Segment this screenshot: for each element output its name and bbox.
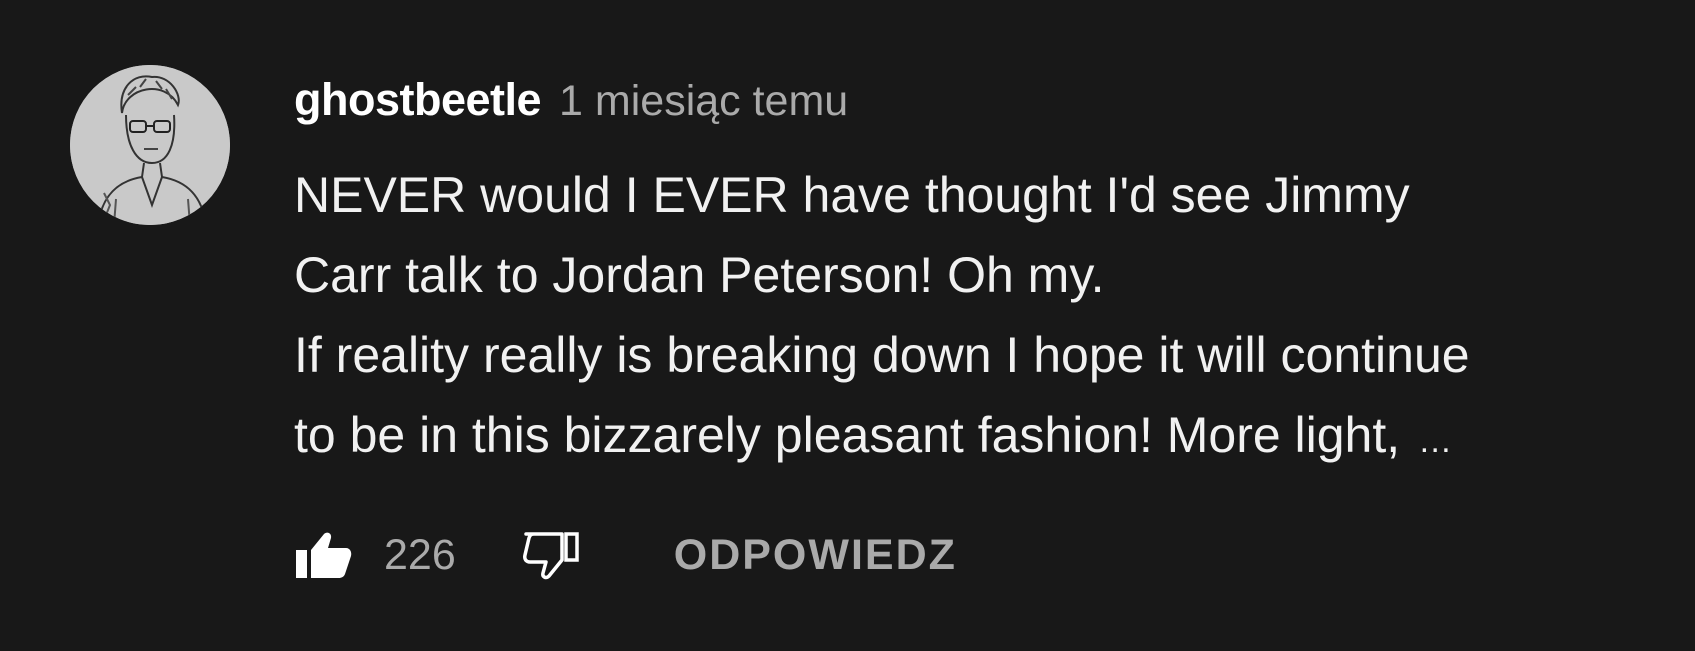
thumbs-down-icon — [522, 532, 579, 580]
comment-text: NEVER would I EVER have thought I'd see … — [294, 155, 1674, 475]
like-button[interactable] — [294, 525, 358, 585]
dislike-button[interactable] — [522, 525, 586, 585]
comment-line: NEVER would I EVER have thought I'd see … — [294, 167, 1410, 223]
reply-button[interactable]: ODPOWIEDZ — [674, 531, 957, 580]
comment-line: Carr talk to Jordan Peterson! Oh my. — [294, 247, 1105, 303]
avatar-sketch-image — [70, 65, 230, 225]
comment-line-text: to be in this bizzarely pleasant fashion… — [294, 407, 1401, 463]
truncation-ellipsis: … — [1418, 422, 1453, 460]
author-name[interactable]: ghostbeetle — [294, 74, 542, 126]
like-count: 226 — [384, 530, 456, 579]
thumbs-up-icon — [296, 532, 352, 578]
comment-line-last: to be in this bizzarely pleasant fashion… — [294, 395, 1674, 475]
comment-timestamp[interactable]: 1 miesiąc temu — [559, 77, 848, 126]
avatar[interactable] — [70, 65, 230, 225]
comment-actions: 226 ODPOWIEDZ — [294, 525, 957, 585]
comment-thread: ghostbeetle 1 miesiąc temu NEVER would I… — [0, 0, 1695, 651]
comment-header: ghostbeetle 1 miesiąc temu — [294, 74, 848, 134]
comment-line: If reality really is breaking down I hop… — [294, 327, 1470, 383]
